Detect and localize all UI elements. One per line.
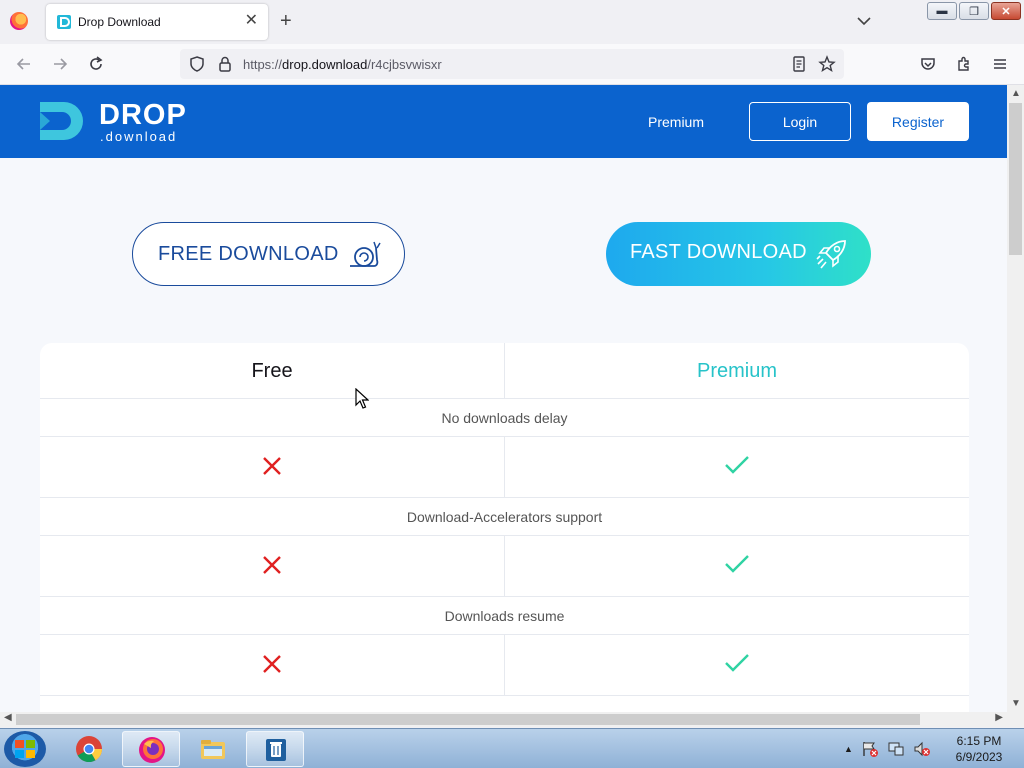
- mouse-cursor-icon: [355, 388, 369, 409]
- rocket-icon: [816, 240, 846, 269]
- close-tab-icon[interactable]: ✕: [245, 12, 258, 30]
- feature-row: Downloads resume: [40, 597, 969, 635]
- reload-icon[interactable]: [86, 54, 106, 74]
- scroll-down-icon[interactable]: ▼: [1011, 698, 1021, 709]
- navigation-toolbar: https://drop.download/r4cjbsvwisxr: [0, 44, 1024, 85]
- free-download-label: FREE DOWNLOAD: [158, 243, 339, 265]
- feature-row: No downloads delay: [40, 399, 969, 437]
- tracking-protection-shield-icon[interactable]: [188, 55, 206, 73]
- extensions-icon[interactable]: [954, 54, 974, 74]
- cross-icon: [263, 655, 281, 673]
- scroll-left-icon[interactable]: ◀: [4, 712, 12, 723]
- comparison-header: Free Premium: [40, 343, 969, 399]
- scroll-up-icon[interactable]: ▲: [1011, 88, 1021, 99]
- volume-muted-icon[interactable]: [913, 740, 931, 758]
- forward-arrow-icon[interactable]: [50, 54, 70, 74]
- menu-hamburger-icon[interactable]: [990, 54, 1010, 74]
- scrollbar-thumb[interactable]: [16, 714, 920, 725]
- lock-icon[interactable]: [216, 55, 234, 73]
- window-controls: ▬ ❐ ✕: [927, 2, 1021, 20]
- new-tab-button[interactable]: +: [280, 10, 292, 32]
- chevron-down-icon[interactable]: [855, 12, 873, 30]
- reader-view-icon[interactable]: [790, 55, 808, 73]
- fast-download-label: FAST DOWNLOAD: [630, 241, 807, 263]
- tab-bar: Drop Download ✕ + ▬ ❐ ✕: [0, 0, 1024, 44]
- recycle-tool-icon: [266, 739, 286, 761]
- free-download-button[interactable]: FREE DOWNLOAD: [132, 222, 405, 286]
- show-hidden-icons-arrow-icon[interactable]: ▲: [844, 744, 853, 754]
- taskbar-clock[interactable]: 6:15 PM 6/9/2023: [944, 733, 1014, 765]
- taskbar-firefox[interactable]: [122, 731, 180, 767]
- scroll-right-icon[interactable]: ▶: [995, 712, 1003, 723]
- check-icon: [725, 555, 749, 573]
- close-window-button[interactable]: ✕: [991, 2, 1021, 20]
- login-button[interactable]: Login: [749, 102, 851, 141]
- file-explorer-icon: [201, 740, 225, 759]
- firefox-icon: [139, 737, 165, 763]
- chrome-icon: [76, 736, 103, 763]
- cross-icon: [263, 457, 281, 475]
- action-center-flag-icon[interactable]: [861, 740, 879, 758]
- drop-logo-icon[interactable]: [38, 100, 84, 142]
- url-scheme: https://: [243, 57, 283, 72]
- firefox-view-icon[interactable]: [10, 12, 28, 30]
- taskbar-chrome[interactable]: [60, 731, 118, 767]
- feature-row: Download-Accelerators support: [40, 498, 969, 536]
- taskbar: ▲ 6:15 PM 6/9/2023: [0, 728, 1024, 768]
- logo-text[interactable]: DROP: [99, 99, 187, 132]
- column-divider: [504, 635, 505, 696]
- url-path: /r4cjbsvwisxr: [367, 57, 442, 72]
- fast-download-button[interactable]: FAST DOWNLOAD: [606, 222, 871, 286]
- restore-button[interactable]: ❐: [959, 2, 989, 20]
- vertical-scrollbar[interactable]: ▲ ▼: [1007, 85, 1024, 712]
- taskbar-file-explorer[interactable]: [184, 731, 242, 767]
- site-header: DROP .download Premium Login Register: [0, 85, 1007, 158]
- url-host: drop.download: [282, 57, 368, 72]
- snail-icon: [350, 241, 381, 267]
- network-icon[interactable]: [887, 740, 905, 758]
- back-arrow-icon[interactable]: [14, 54, 34, 74]
- horizontal-scrollbar[interactable]: ◀ ▶: [0, 712, 1007, 727]
- scrollbar-corner: [1007, 712, 1024, 727]
- column-divider: [504, 437, 505, 498]
- feature-availability-row: [40, 635, 969, 696]
- system-tray: ▲: [844, 737, 931, 761]
- start-button[interactable]: [4, 731, 46, 767]
- address-bar[interactable]: https://drop.download/r4cjbsvwisxr: [180, 49, 844, 79]
- taskbar-recycle-tool[interactable]: [246, 731, 304, 767]
- drop-favicon-icon: [57, 15, 71, 29]
- bookmark-star-icon[interactable]: [818, 55, 836, 73]
- pocket-icon[interactable]: [918, 54, 938, 74]
- clock-date: 6/9/2023: [955, 750, 1003, 764]
- nav-premium-link[interactable]: Premium: [648, 114, 704, 130]
- minimize-button[interactable]: ▬: [927, 2, 957, 20]
- column-divider: [504, 536, 505, 597]
- cross-icon: [263, 556, 281, 574]
- logo-subtext: .download: [100, 129, 178, 144]
- clock-time: 6:15 PM: [956, 734, 1002, 748]
- feature-availability-row: [40, 437, 969, 498]
- tab-drop-download[interactable]: Drop Download ✕: [46, 4, 268, 40]
- page-content: DROP .download Premium Login Register FR…: [0, 85, 1007, 712]
- feature-availability-row: [40, 536, 969, 597]
- check-icon: [725, 456, 749, 474]
- plan-comparison-table: Free Premium No downloads delay Download…: [40, 343, 969, 712]
- premium-column-header: Premium: [696, 360, 777, 382]
- scrollbar-thumb[interactable]: [1009, 103, 1022, 255]
- free-column-header: Free: [251, 360, 293, 382]
- register-button[interactable]: Register: [867, 102, 969, 141]
- tab-title: Drop Download: [78, 15, 161, 29]
- windows-logo-icon: [15, 740, 35, 758]
- url-text[interactable]: https://drop.download/r4cjbsvwisxr: [243, 57, 442, 72]
- check-icon: [725, 654, 749, 672]
